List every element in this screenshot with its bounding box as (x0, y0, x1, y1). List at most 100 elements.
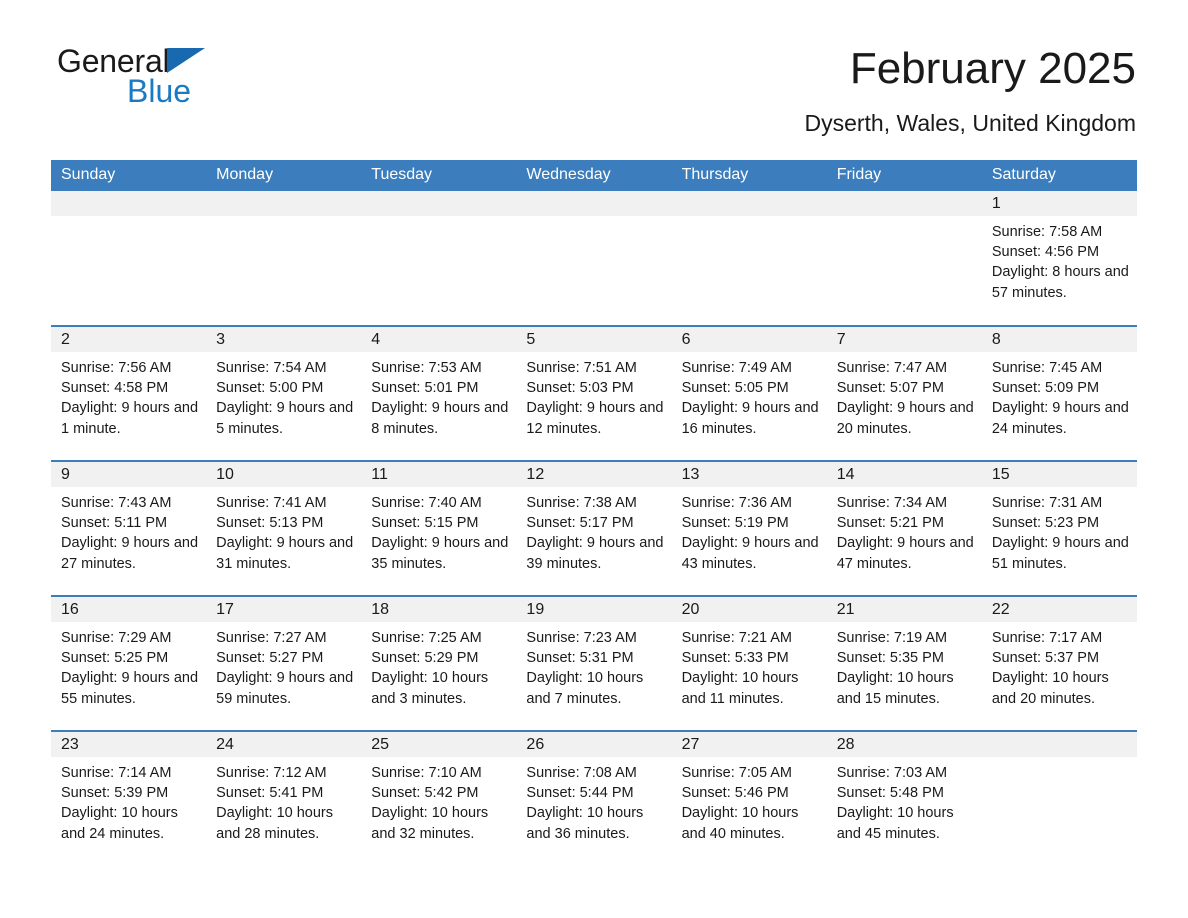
sunset-text: Sunset: 5:39 PM (61, 785, 169, 802)
day-details: Sunrise: 7:23 AM Sunset: 5:31 PM Daylight:… (516, 622, 671, 709)
calendar-day-cell[interactable]: 5 Sunrise: 7:51 AM Sunset: 5:03 PM Daylight… (516, 325, 672, 461)
calendar-day-cell[interactable]: 12 Sunrise: 7:38 AM Sunset: 5:17 PM Dayligh… (516, 460, 672, 596)
day-details: Sunrise: 7:53 AM Sunset: 5:01 PM Daylight:… (361, 352, 516, 439)
calendar-day-cell[interactable]: 24 Sunrise: 7:12 AM Sunset: 5:41 PM Dayligh… (206, 730, 362, 866)
sunset-text: Sunset: 5:09 PM (991, 380, 1100, 397)
calendar-day-cell[interactable]: 28 Sunrise: 7:03 AM Sunset: 5:48 PM Dayligh… (826, 730, 982, 866)
day-number (826, 191, 982, 216)
day-details: Sunrise: 7:49 AM Sunset: 5:05 PM Daylight:… (672, 352, 827, 439)
calendar-day-cell[interactable]: 25 Sunrise: 7:10 AM Sunset: 5:42 PM Dayligh… (361, 730, 517, 866)
calendar-day-cell[interactable]: 16 Sunrise: 7:29 AM Sunset: 5:25 PM Dayligh… (51, 595, 207, 731)
day-number: 1 (981, 191, 1137, 216)
sunset-text: Sunset: 5:07 PM (836, 380, 944, 397)
day-details: Sunrise: 7:21 AM Sunset: 5:33 PM Daylight:… (672, 622, 827, 709)
day-details: Sunrise: 7:31 AM Sunset: 5:23 PM Daylight:… (982, 487, 1137, 574)
weekday-header-friday: Friday (826, 160, 982, 191)
daylight-text: Daylight: 9 hours and 5 minutes. (216, 400, 354, 437)
day-number: 5 (516, 327, 672, 352)
sunrise-text: Sunrise: 7:25 AM (371, 630, 482, 646)
calendar-day-cell[interactable]: 26 Sunrise: 7:08 AM Sunset: 5:44 PM Dayligh… (516, 730, 672, 866)
calendar-day-cell[interactable]: 23 Sunrise: 7:14 AM Sunset: 5:39 PM Dayligh… (51, 730, 207, 866)
daylight-text: Daylight: 9 hours and 27 minutes. (61, 535, 199, 572)
day-number: 24 (206, 732, 362, 757)
calendar-week-row: 16 Sunrise: 7:29 AM Sunset: 5:25 PM Dayligh… (51, 595, 1137, 731)
calendar-day-cell[interactable]: 15 Sunrise: 7:31 AM Sunset: 5:23 PM Dayligh… (981, 460, 1137, 596)
day-number: 7 (826, 327, 982, 352)
calendar-day-cell-empty (206, 191, 362, 326)
day-details: Sunrise: 7:40 AM Sunset: 5:15 PM Daylight:… (361, 487, 516, 574)
day-details: Sunrise: 7:54 AM Sunset: 5:00 PM Daylight:… (206, 352, 361, 439)
day-details: Sunrise: 7:34 AM Sunset: 5:21 PM Daylight:… (827, 487, 982, 574)
calendar-day-cell[interactable]: 20 Sunrise: 7:21 AM Sunset: 5:33 PM Dayligh… (671, 595, 827, 731)
sunrise-text: Sunrise: 7:45 AM (991, 360, 1103, 376)
calendar-day-cell[interactable]: 27 Sunrise: 7:05 AM Sunset: 5:46 PM Dayligh… (671, 730, 827, 866)
sunset-text: Sunset: 5:23 PM (991, 515, 1100, 532)
calendar-day-cell[interactable]: 11 Sunrise: 7:40 AM Sunset: 5:15 PM Dayligh… (361, 460, 517, 596)
calendar-day-cell[interactable]: 18 Sunrise: 7:25 AM Sunset: 5:29 PM Dayligh… (361, 595, 517, 731)
calendar-day-cell[interactable]: 13 Sunrise: 7:36 AM Sunset: 5:19 PM Dayligh… (671, 460, 827, 596)
daylight-text: Daylight: 9 hours and 20 minutes. (836, 400, 974, 437)
daylight-text: Daylight: 10 hours and 3 minutes. (371, 670, 489, 707)
sunset-text: Sunset: 5:37 PM (991, 650, 1100, 667)
calendar-page: General Blue February 2025 Dyserth, Wale… (0, 0, 1188, 918)
sunset-text: Sunset: 5:48 PM (836, 785, 944, 802)
calendar-body: 1 Sunrise: 7:58 AM Sunset: 4:56 PM Daylight… (51, 191, 1137, 866)
day-details: Sunrise: 7:25 AM Sunset: 5:29 PM Daylight:… (361, 622, 516, 709)
calendar-day-cell[interactable]: 2 Sunrise: 7:56 AM Sunset: 4:58 PM Daylight… (51, 325, 207, 461)
calendar-day-cell[interactable]: 21 Sunrise: 7:19 AM Sunset: 5:35 PM Dayligh… (826, 595, 982, 731)
calendar-day-cell[interactable]: 4 Sunrise: 7:53 AM Sunset: 5:01 PM Daylight… (361, 325, 517, 461)
calendar-day-cell[interactable]: 7 Sunrise: 7:47 AM Sunset: 5:07 PM Daylight… (826, 325, 982, 461)
calendar-day-cell[interactable]: 17 Sunrise: 7:27 AM Sunset: 5:27 PM Dayligh… (206, 595, 362, 731)
sunrise-text: Sunrise: 7:34 AM (836, 495, 948, 511)
calendar-day-cell[interactable]: 3 Sunrise: 7:54 AM Sunset: 5:00 PM Daylight… (206, 325, 362, 461)
weekday-header-saturday: Saturday (981, 160, 1137, 191)
day-details: Sunrise: 7:51 AM Sunset: 5:03 PM Daylight:… (516, 352, 671, 439)
daylight-text: Daylight: 9 hours and 47 minutes. (836, 535, 974, 572)
day-details: Sunrise: 7:19 AM Sunset: 5:35 PM Daylight:… (827, 622, 982, 709)
sunset-text: Sunset: 5:05 PM (681, 380, 789, 397)
day-details: Sunrise: 7:05 AM Sunset: 5:46 PM Daylight:… (672, 757, 827, 844)
daylight-text: Daylight: 10 hours and 32 minutes. (371, 805, 489, 842)
sunrise-text: Sunrise: 7:27 AM (216, 630, 327, 646)
day-details: Sunrise: 7:41 AM Sunset: 5:13 PM Daylight:… (206, 487, 361, 574)
calendar-day-cell[interactable]: 10 Sunrise: 7:41 AM Sunset: 5:13 PM Dayligh… (206, 460, 362, 596)
calendar-day-cell[interactable]: 8 Sunrise: 7:45 AM Sunset: 5:09 PM Daylight… (981, 325, 1137, 461)
sunset-text: Sunset: 5:44 PM (526, 785, 634, 802)
calendar-day-cell[interactable]: 14 Sunrise: 7:34 AM Sunset: 5:21 PM Dayligh… (826, 460, 982, 596)
day-number: 25 (361, 732, 517, 757)
page-subtitle: Dyserth, Wales, United Kingdom (804, 110, 1136, 136)
sunset-text: Sunset: 5:19 PM (681, 515, 789, 532)
calendar-day-cell[interactable]: 9 Sunrise: 7:43 AM Sunset: 5:11 PM Daylight… (51, 460, 207, 596)
logo-triangle-icon (167, 48, 206, 73)
day-details: Sunrise: 7:43 AM Sunset: 5:11 PM Daylight:… (51, 487, 206, 574)
sunrise-text: Sunrise: 7:10 AM (371, 765, 482, 781)
day-details: Sunrise: 7:29 AM Sunset: 5:25 PM Daylight:… (51, 622, 206, 709)
day-number (51, 191, 207, 216)
calendar-day-cell[interactable]: 22 Sunrise: 7:17 AM Sunset: 5:37 PM Dayligh… (981, 595, 1137, 731)
day-number: 21 (826, 597, 982, 622)
calendar-day-cell[interactable]: 6 Sunrise: 7:49 AM Sunset: 5:05 PM Daylight… (671, 325, 827, 461)
sunset-text: Sunset: 5:01 PM (371, 380, 479, 397)
daylight-text: Daylight: 9 hours and 12 minutes. (526, 400, 664, 437)
day-number: 12 (516, 462, 672, 487)
generalblue-logo[interactable]: General Blue (57, 44, 287, 116)
day-details: Sunrise: 7:45 AM Sunset: 5:09 PM Daylight:… (982, 352, 1137, 439)
daylight-text: Daylight: 9 hours and 1 minute. (61, 400, 199, 437)
calendar-day-cell[interactable]: 19 Sunrise: 7:23 AM Sunset: 5:31 PM Dayligh… (516, 595, 672, 731)
day-details: Sunrise: 7:12 AM Sunset: 5:41 PM Daylight:… (206, 757, 361, 844)
day-number: 13 (671, 462, 827, 487)
day-details: Sunrise: 7:14 AM Sunset: 5:39 PM Daylight:… (51, 757, 206, 844)
sunrise-text: Sunrise: 7:47 AM (836, 360, 948, 376)
sunset-text: Sunset: 5:41 PM (216, 785, 324, 802)
calendar-day-cell-empty (671, 191, 827, 326)
sunrise-text: Sunrise: 7:17 AM (991, 630, 1103, 646)
weekday-header-tuesday: Tuesday (361, 160, 517, 191)
calendar-day-cell[interactable]: 1 Sunrise: 7:58 AM Sunset: 4:56 PM Daylight… (981, 191, 1137, 326)
day-details: Sunrise: 7:10 AM Sunset: 5:42 PM Daylight:… (361, 757, 516, 844)
daylight-text: Daylight: 10 hours and 20 minutes. (991, 670, 1109, 707)
daylight-text: Daylight: 10 hours and 28 minutes. (216, 805, 334, 842)
day-number (206, 191, 362, 216)
sunrise-text: Sunrise: 7:40 AM (371, 495, 482, 511)
title-block: February 2025 Dyserth, Wales, United Kin… (287, 44, 1136, 138)
calendar-day-cell-empty (51, 191, 207, 326)
